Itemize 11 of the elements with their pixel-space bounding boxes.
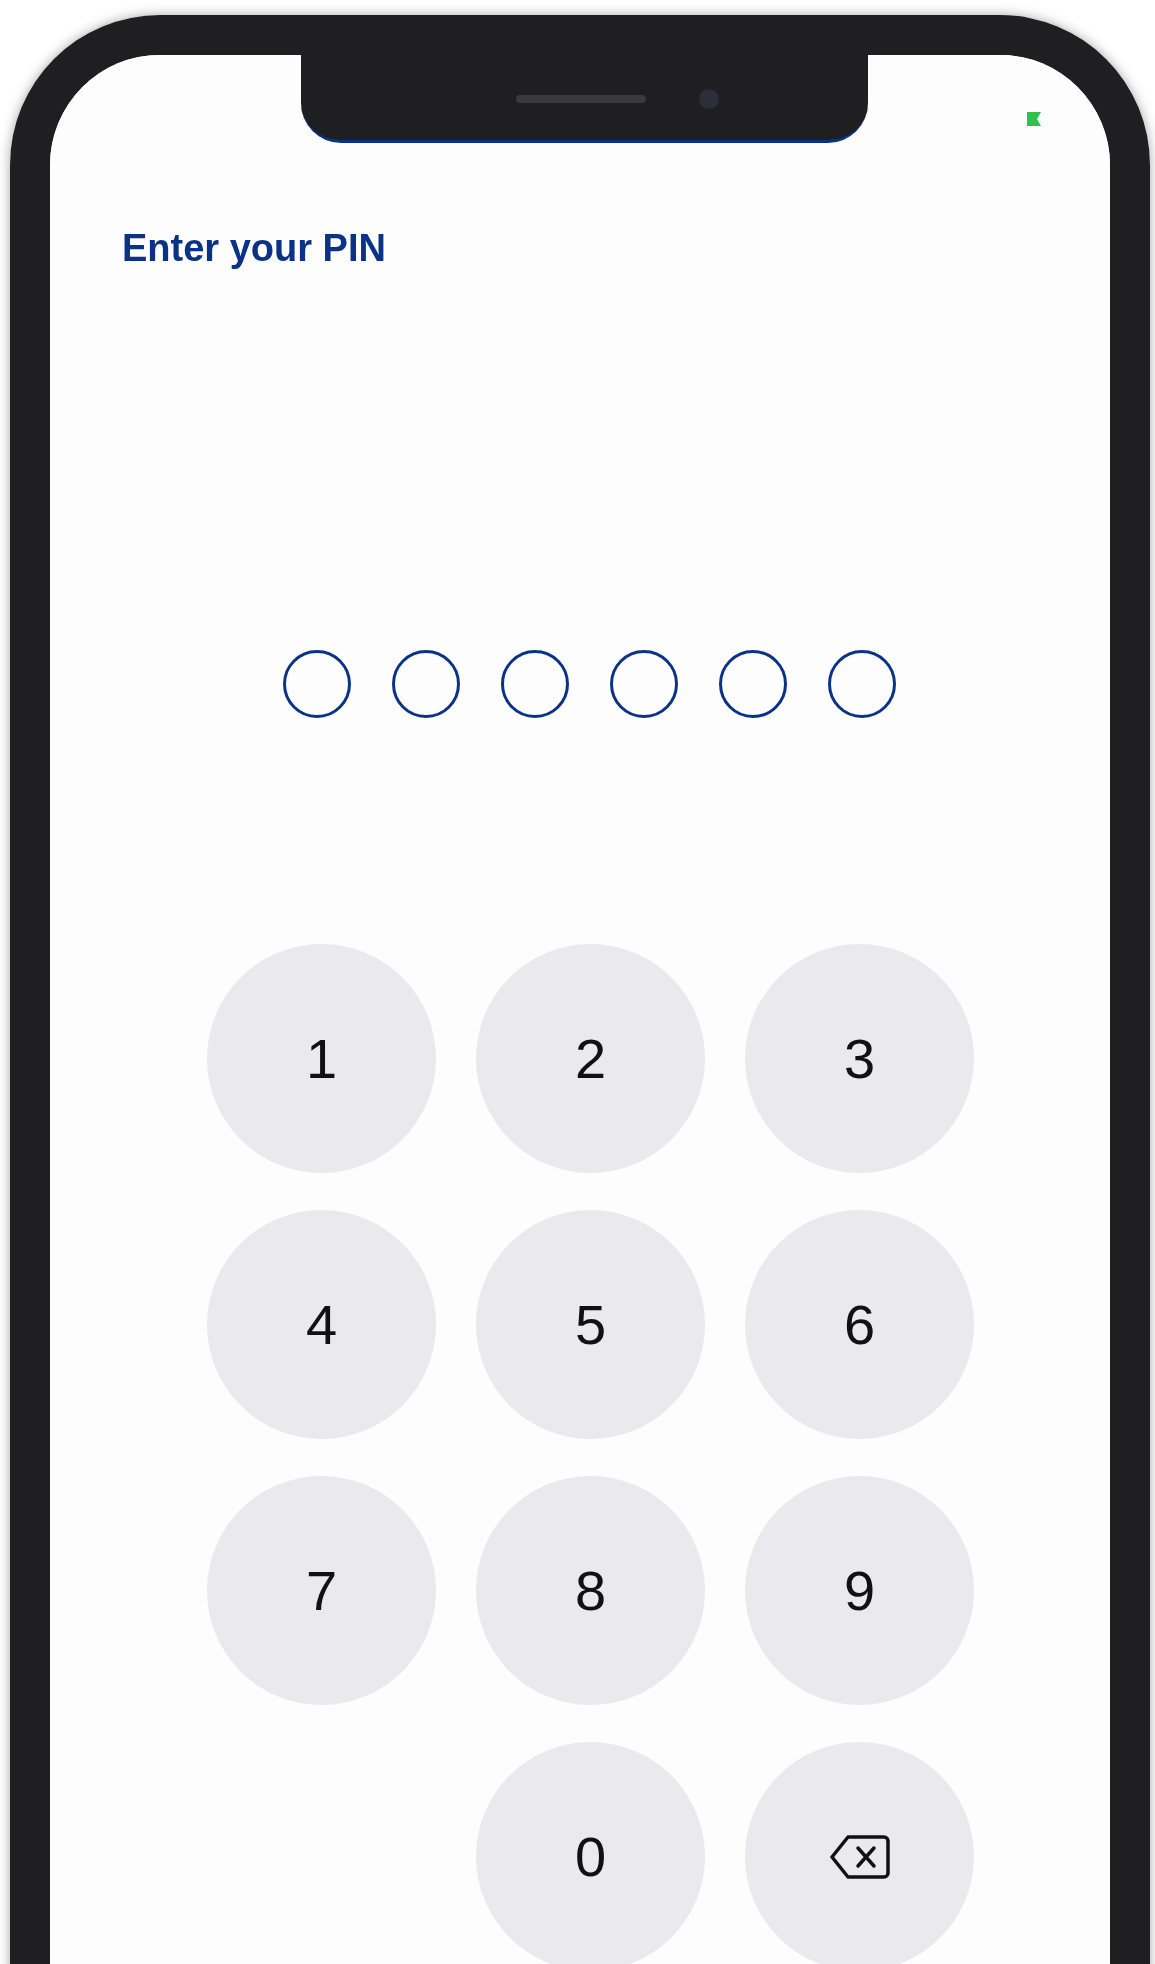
screen-title: Enter your PIN (122, 226, 386, 271)
digit-key[interactable]: 6 (745, 1210, 974, 1439)
digit-key[interactable]: 4 (207, 1210, 436, 1439)
digit-key[interactable]: 2 (476, 944, 705, 1173)
digit-key[interactable]: 3 (745, 944, 974, 1173)
digit-key[interactable]: 1 (207, 944, 436, 1173)
digit-key[interactable]: 8 (476, 1476, 705, 1705)
digit-key[interactable]: 5 (476, 1210, 705, 1439)
digit-key[interactable]: 0 (476, 1742, 705, 1964)
digit-key[interactable]: 7 (207, 1476, 436, 1705)
digit-key[interactable]: 9 (745, 1476, 974, 1705)
